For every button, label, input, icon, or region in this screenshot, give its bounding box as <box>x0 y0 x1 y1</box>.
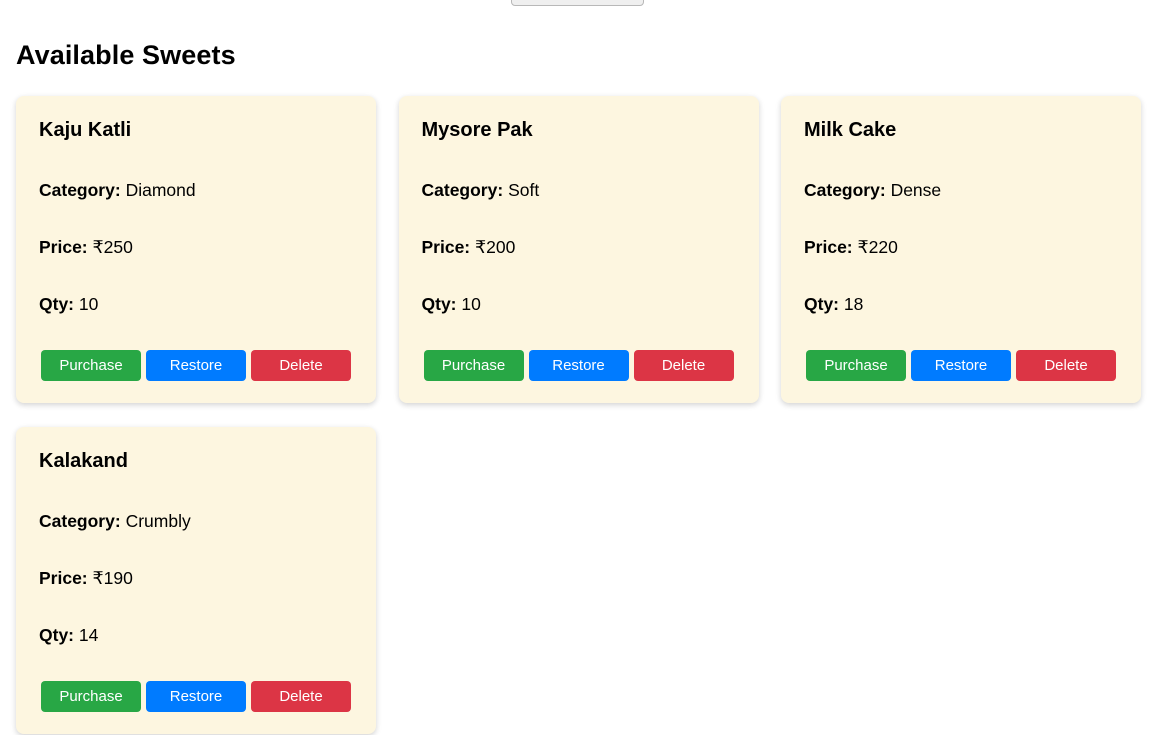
sweet-category: Category: Diamond <box>39 179 196 201</box>
restore-button[interactable]: Restore <box>146 350 246 381</box>
delete-button[interactable]: Delete <box>251 350 351 381</box>
category-label: Category: <box>804 180 886 200</box>
card-actions: Purchase Restore Delete <box>41 350 351 381</box>
qty-label: Qty: <box>421 294 457 314</box>
price-value: ₹200 <box>475 237 516 257</box>
category-label: Category: <box>39 180 121 200</box>
card-actions: Purchase Restore Delete <box>423 350 734 381</box>
restore-button[interactable]: Restore <box>911 350 1011 381</box>
qty-label: Qty: <box>804 294 839 314</box>
delete-button[interactable]: Delete <box>1016 350 1116 381</box>
top-button-partial[interactable] <box>511 0 644 6</box>
restore-button[interactable]: Restore <box>146 681 246 712</box>
sweet-card: Milk Cake Category: Dense Price: ₹220 Qt… <box>781 96 1141 403</box>
category-label: Category: <box>421 180 504 200</box>
sweet-name: Mysore Pak <box>421 119 533 141</box>
sweet-card: Kaju Katli Category: Diamond Price: ₹250… <box>16 96 376 403</box>
sweet-name: Milk Cake <box>804 119 897 141</box>
sweet-price: Price: ₹220 <box>804 236 898 258</box>
card-actions: Purchase Restore Delete <box>41 681 351 712</box>
price-label: Price: <box>804 237 853 257</box>
delete-button[interactable]: Delete <box>633 350 734 381</box>
sweet-price: Price: ₹200 <box>422 236 516 258</box>
sweet-qty: Qty: 10 <box>422 293 481 315</box>
category-label: Category: <box>39 511 121 531</box>
price-value: ₹250 <box>92 237 133 257</box>
sweet-category: Category: Crumbly <box>39 510 191 532</box>
price-label: Price: <box>39 568 88 588</box>
price-label: Price: <box>421 237 471 257</box>
sweet-name: Kaju Katli <box>39 119 132 141</box>
qty-value: 18 <box>843 294 864 314</box>
category-value: Soft <box>508 180 540 200</box>
sweet-qty: Qty: 14 <box>39 624 98 646</box>
category-value: Dense <box>890 180 942 200</box>
price-value: ₹190 <box>92 568 133 588</box>
qty-label: Qty: <box>39 294 74 314</box>
purchase-button[interactable]: Purchase <box>806 350 906 381</box>
sweet-qty: Qty: 10 <box>39 293 98 315</box>
qty-value: 10 <box>78 294 99 314</box>
purchase-button[interactable]: Purchase <box>41 681 141 712</box>
sweets-grid: Kaju Katli Category: Diamond Price: ₹250… <box>16 96 1141 734</box>
sweet-qty: Qty: 18 <box>804 293 863 315</box>
qty-value: 10 <box>461 294 481 314</box>
sweet-name: Kalakand <box>39 450 128 472</box>
qty-label: Qty: <box>39 625 74 645</box>
sweet-price: Price: ₹250 <box>39 236 133 258</box>
sweet-price: Price: ₹190 <box>39 567 133 589</box>
restore-button[interactable]: Restore <box>528 350 629 381</box>
delete-button[interactable]: Delete <box>251 681 351 712</box>
price-label: Price: <box>39 237 88 257</box>
sweet-card: Mysore Pak Category: Soft Price: ₹200 Qt… <box>398 96 759 403</box>
qty-value: 14 <box>78 625 99 645</box>
sweet-card: Kalakand Category: Crumbly Price: ₹190 Q… <box>16 427 376 734</box>
sweet-category: Category: Dense <box>804 179 941 201</box>
category-value: Crumbly <box>125 511 191 531</box>
category-value: Diamond <box>125 180 196 200</box>
card-actions: Purchase Restore Delete <box>806 350 1116 381</box>
page-title: Available Sweets <box>16 40 236 70</box>
sweet-category: Category: Soft <box>422 179 540 201</box>
price-value: ₹220 <box>857 237 898 257</box>
purchase-button[interactable]: Purchase <box>423 350 524 381</box>
purchase-button[interactable]: Purchase <box>41 350 141 381</box>
